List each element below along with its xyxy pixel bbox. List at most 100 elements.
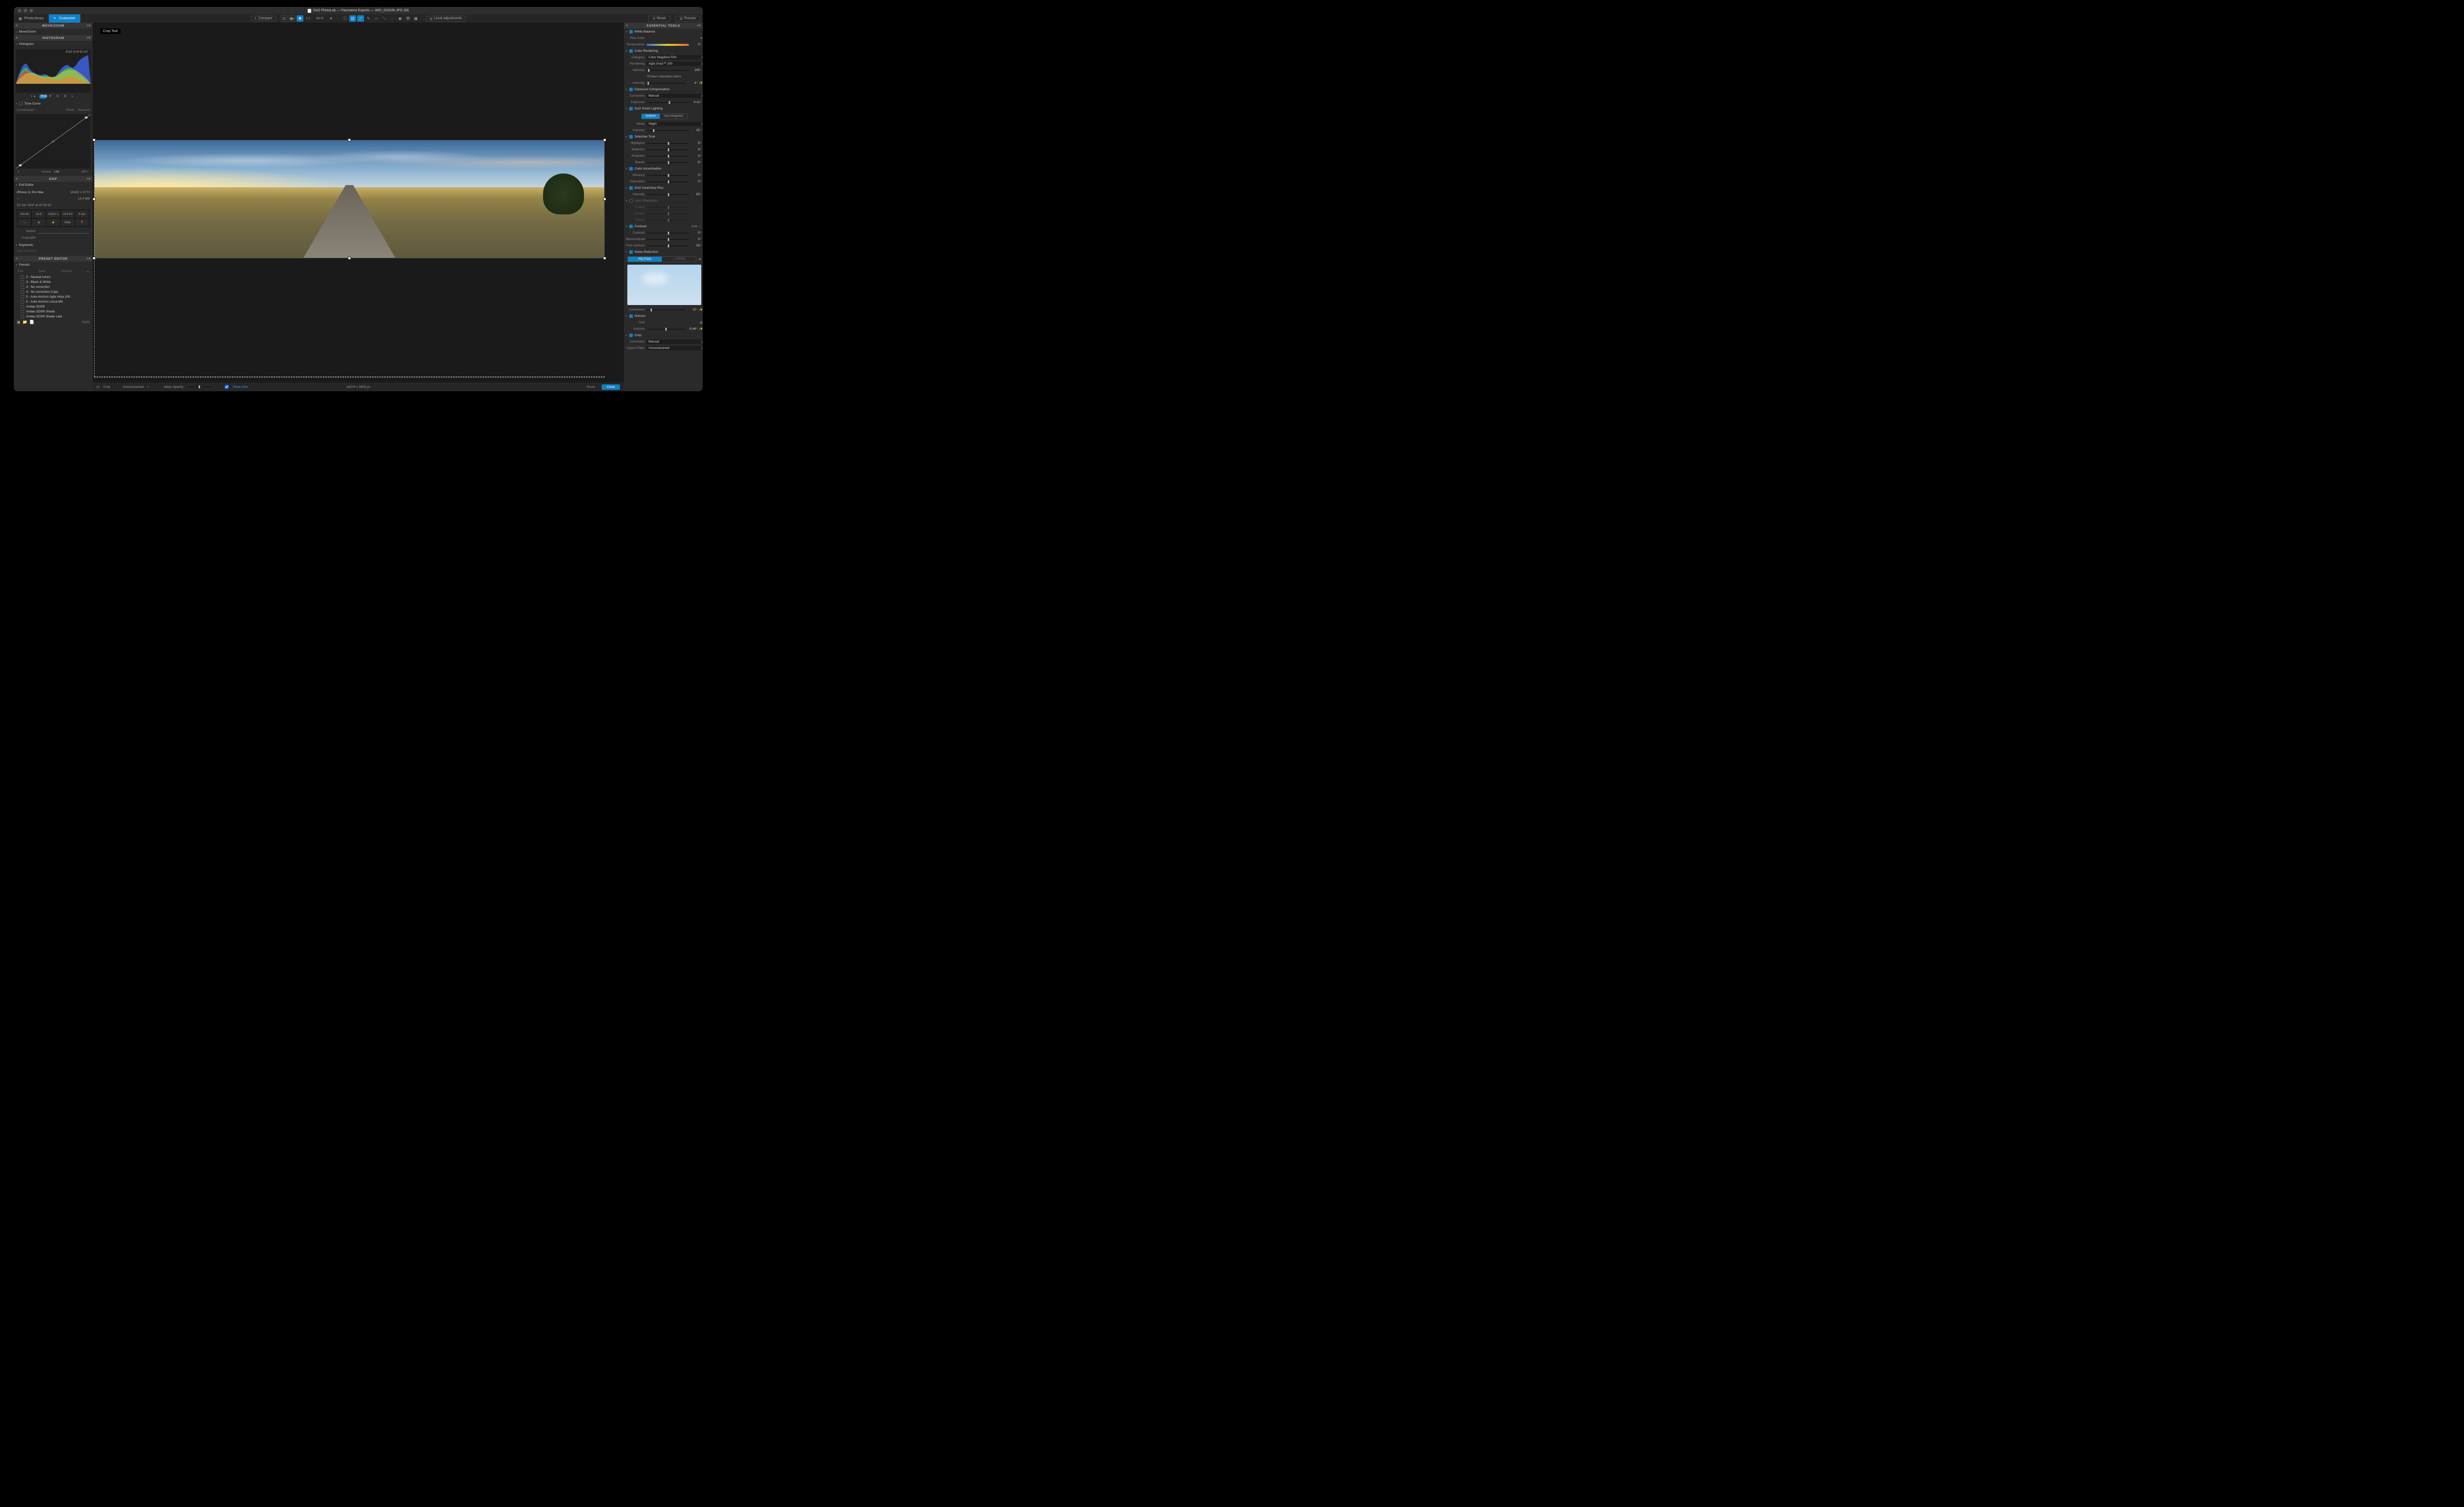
close-window-button[interactable]: [18, 9, 21, 12]
histo-tab-rgb[interactable]: RGB: [39, 95, 46, 99]
maximize-window-button[interactable]: [30, 9, 33, 12]
preview-tool[interactable]: 👁: [405, 15, 411, 22]
info-tool[interactable]: ⓘ: [342, 15, 348, 22]
color-rendering-row[interactable]: ▾Color Rendering: [624, 48, 703, 54]
menu-icon[interactable]: ≡▾: [86, 177, 91, 181]
horizon-tool[interactable]: ⟍: [381, 15, 388, 22]
ratio-button[interactable]: ▣▾: [289, 15, 296, 22]
curve-channel[interactable]: Master: [25, 109, 34, 112]
accent-value-0[interactable]: 0: [689, 173, 700, 177]
crop-correction-select[interactable]: Manual: [647, 340, 701, 344]
contrast-slider-0[interactable]: [647, 233, 689, 234]
preset-checkbox[interactable]: [21, 290, 24, 294]
histo-tab-b[interactable]: B: [62, 95, 68, 99]
histo-tab-r[interactable]: R: [47, 95, 54, 99]
sl-intensity-slider[interactable]: [647, 130, 689, 131]
accent-value-1[interactable]: 0: [689, 180, 700, 183]
redeye-tool[interactable]: ◉: [397, 15, 404, 22]
exposure-slider[interactable]: [647, 102, 689, 103]
presets-button[interactable]: ☰ Presets: [675, 16, 700, 22]
keywords-input[interactable]: Add keywords: [17, 249, 90, 253]
tab-photolibrary[interactable]: ▦ PhotoLibrary: [14, 14, 49, 23]
preset-view-thumb[interactable]: ▣: [17, 320, 21, 324]
preset-checkbox[interactable]: [21, 275, 24, 279]
contrast-slider-2[interactable]: [647, 245, 689, 246]
menu-icon[interactable]: ≡▾: [86, 36, 91, 40]
compare-button[interactable]: ◐ Compare: [251, 16, 276, 21]
preset-item[interactable]: Andau 5DSR Shade Late: [14, 314, 93, 319]
wand-icon[interactable]: ✨: [699, 81, 703, 85]
prime-tab[interactable]: ◯ PRIME: [662, 257, 696, 262]
preset-checkbox[interactable]: [21, 315, 24, 318]
close-icon[interactable]: ×: [16, 36, 18, 40]
lens-slider-2[interactable]: [647, 220, 689, 221]
preset-item[interactable]: 2 - Neutral colors: [14, 274, 93, 279]
curve-reset[interactable]: Reset: [67, 109, 74, 112]
repair-tool[interactable]: ◌: [389, 15, 396, 22]
wb-picker-tool[interactable]: ✎: [365, 15, 372, 22]
contrast-value-0[interactable]: 0: [689, 231, 700, 235]
luminance-slider[interactable]: [647, 309, 685, 310]
panorama-image[interactable]: [94, 140, 605, 258]
preset-menu[interactable]: ▾: [87, 270, 89, 274]
preset-checkbox[interactable]: [21, 295, 24, 299]
fit-button[interactable]: ⊡: [281, 15, 288, 22]
contrast-auto[interactable]: Auto: [691, 225, 697, 228]
seltone-value-2[interactable]: 3: [689, 154, 700, 158]
zoom-value[interactable]: 24 %: [313, 17, 327, 20]
seltone-slider-1[interactable]: [647, 149, 689, 150]
spot-weighted-tab[interactable]: Spot Weighted: [660, 114, 687, 119]
curve-reset-all[interactable]: Reset All: [78, 109, 90, 112]
seltone-slider-2[interactable]: [647, 156, 689, 157]
accent-slider-0[interactable]: [647, 175, 689, 176]
grid-toggle[interactable]: ▦: [412, 15, 419, 22]
clearview-slider[interactable]: [647, 194, 689, 195]
noise-row[interactable]: ▾Noise Reduction: [624, 249, 703, 255]
seltone-slider-3[interactable]: [647, 162, 689, 163]
protect-intensity-slider[interactable]: [647, 83, 685, 84]
menu-icon[interactable]: ≡▾: [696, 24, 701, 28]
lens-sharpness-row[interactable]: ▾Lens Sharpness: [624, 198, 703, 204]
preset-item[interactable]: 4 - No correction: [14, 284, 93, 289]
contrast-slider-1[interactable]: [647, 239, 689, 240]
preset-view-doc[interactable]: 📄: [30, 320, 34, 324]
menu-icon[interactable]: ≡▾: [86, 24, 91, 28]
lens-slider-1[interactable]: [647, 213, 689, 214]
contrast-value-1[interactable]: 0: [689, 238, 700, 241]
crop-ratio-select[interactable]: Unconstrained: [647, 346, 701, 350]
temperature-slider[interactable]: [647, 44, 689, 46]
preset-item[interactable]: 4 - No correction Copy: [14, 289, 93, 294]
exposure-row[interactable]: ▾Exposure Compensation: [624, 86, 703, 93]
seltone-slider-0[interactable]: [647, 143, 689, 144]
straighten-tool[interactable]: ⟋: [357, 15, 364, 22]
horizon-slider[interactable]: [647, 329, 685, 330]
preset-item[interactable]: 5 - Auto-horizon Leica M9: [14, 299, 93, 304]
rendering-intensity-slider[interactable]: [647, 70, 689, 71]
exposure-correction-select[interactable]: Manual: [647, 94, 701, 98]
clearview-row[interactable]: ▾DxO ClearView Plus: [624, 185, 703, 191]
minimize-window-button[interactable]: [24, 9, 27, 12]
crop-close-button[interactable]: Close: [602, 384, 620, 390]
preset-item[interactable]: Andau 5DSR Shade: [14, 309, 93, 314]
close-icon[interactable]: ×: [16, 24, 18, 28]
sl-mode-select[interactable]: Slight: [647, 122, 701, 126]
magnifier-icon[interactable]: ⊕: [698, 257, 701, 261]
preset-checkbox[interactable]: [21, 305, 24, 308]
menu-icon[interactable]: ≡▾: [86, 257, 91, 261]
seltone-value-0[interactable]: 8: [689, 141, 700, 145]
one-to-one-button[interactable]: 1:1: [305, 15, 312, 22]
rendering-select[interactable]: Agfa Vista™ 200: [647, 62, 701, 66]
preset-apply[interactable]: Apply: [82, 320, 90, 324]
preset-item[interactable]: 3 - Black & White: [14, 279, 93, 284]
lens-slider-0[interactable]: [647, 207, 689, 208]
crop-tool[interactable]: ⊡: [349, 15, 356, 22]
tonecurve-row[interactable]: ▾ Tone Curve: [14, 101, 93, 107]
preset-discard[interactable]: Discard: [61, 270, 72, 273]
highlight-clip-icon[interactable]: ✦: [33, 95, 36, 99]
keywords-row[interactable]: ▾Keywords: [14, 242, 93, 248]
show-grid-label[interactable]: Show Grid: [233, 385, 247, 389]
close-icon[interactable]: ×: [16, 177, 18, 181]
histo-tab-g[interactable]: G: [54, 95, 61, 99]
preset-checkbox[interactable]: [21, 310, 24, 313]
accent-slider-1[interactable]: [647, 181, 689, 182]
